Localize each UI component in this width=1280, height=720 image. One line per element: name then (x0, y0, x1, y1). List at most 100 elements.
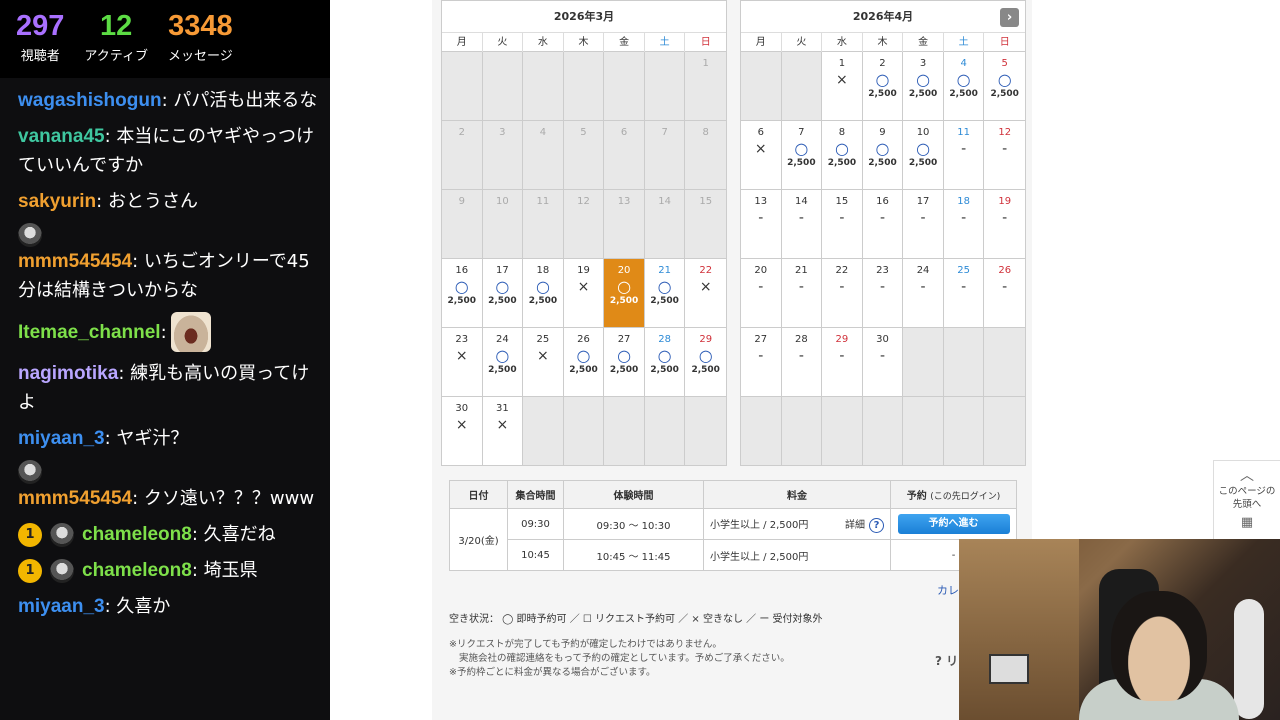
calendar-day-5: 5 (563, 121, 605, 190)
day-number: 28 (658, 334, 671, 345)
day-number: 30 (876, 334, 889, 345)
day-number: 18 (536, 265, 550, 276)
calendar-day-20[interactable]: 20 ○ 2,500 (604, 259, 645, 328)
calendar-day-18[interactable]: 18 ○ 2,500 (523, 259, 564, 328)
webcam-guitar (1234, 599, 1264, 719)
day-price: 2,500 (908, 89, 938, 99)
day-price: 2,500 (908, 158, 938, 168)
calendar-day-9[interactable]: 9 ○ 2,500 (862, 121, 904, 190)
calendar-day-23: 23 - (862, 259, 904, 328)
webcam-box (989, 654, 1029, 684)
calendar-day-23: 23 × (442, 328, 483, 397)
availability-mark: × (699, 279, 712, 295)
day-number: 13 (617, 196, 631, 207)
weekday-label: 土 (645, 33, 686, 52)
note-3: ※予約枠ごとに料金が異なる場合がございます。 (449, 667, 656, 678)
availability-mark: ○ (454, 277, 469, 296)
calendar-day-18: 18 - (943, 190, 985, 259)
chat-username[interactable]: chameleon8 (82, 524, 192, 545)
calendar-day-26[interactable]: 26 ○ 2,500 (563, 328, 605, 397)
chat-username[interactable]: wagashishogun (18, 90, 162, 111)
back-to-top-label-2: 先頭へ (1232, 499, 1262, 510)
day-number: 3 (919, 58, 927, 69)
calendar-day-6: 6 (604, 121, 645, 190)
day-number: 4 (960, 58, 967, 69)
detail-label[interactable]: 詳細 (845, 520, 865, 531)
chat-message: 1 chameleon8: 久喜だね (18, 520, 320, 549)
calendar-empty-cell (604, 52, 645, 121)
day-number: 9 (879, 127, 886, 138)
emote-icon (170, 312, 211, 352)
calendar-day-8[interactable]: 8 ○ 2,500 (822, 121, 863, 190)
calendar-day-17[interactable]: 17 ○ 2,500 (482, 259, 524, 328)
user-avatar-icon (50, 558, 74, 583)
col-meet: 集合時間 (507, 480, 564, 509)
calendar-day-28[interactable]: 28 ○ 2,500 (644, 328, 686, 397)
chat-username[interactable]: miyaan_3 (18, 428, 105, 449)
availability-mark: ○ (576, 346, 591, 365)
timeslot-table: 日付 集合時間 体験時間 料金 予約 (この先ログイン) 3/20(金) 09:… (449, 480, 1017, 571)
calendar-day-10[interactable]: 10 ○ 2,500 (903, 121, 944, 190)
slot-meet: 10:45 (507, 539, 564, 571)
chat-username[interactable]: mmm545454 (18, 488, 132, 509)
availability-mark: × (455, 417, 468, 433)
back-to-top-button[interactable]: ︿ このページの 先頭へ ▦ (1213, 460, 1280, 542)
day-price: 2,500 (827, 158, 857, 168)
calendar-title: 2026年3月 (442, 1, 726, 33)
calendar-day-24[interactable]: 24 ○ 2,500 (482, 328, 524, 397)
chat-username[interactable]: mmm545454 (18, 251, 132, 272)
calendar-empty-cell (862, 397, 904, 466)
calendar-link[interactable]: カレ (937, 582, 959, 598)
calendar-day-3[interactable]: 3 ○ 2,500 (903, 52, 944, 121)
availability-mark: - (879, 348, 886, 364)
calendar-day-16[interactable]: 16 ○ 2,500 (442, 259, 483, 328)
stat-value: 297 (16, 10, 65, 42)
day-number: 6 (757, 127, 764, 138)
slot-book: 予約へ進む (890, 508, 1017, 540)
chat-username[interactable]: vanana45 (18, 126, 105, 147)
calendar-day-4[interactable]: 4 ○ 2,500 (943, 52, 985, 121)
day-number: 24 (916, 265, 930, 276)
availability-mark: ○ (698, 346, 713, 365)
stat-label: メッセージ (167, 49, 233, 64)
availability-mark: - (839, 348, 845, 364)
slot-exp: 10:45 ～ 11:45 (563, 539, 704, 571)
chat-line: Itemae_channel: (18, 318, 167, 347)
calendar-day-21[interactable]: 21 ○ 2,500 (644, 259, 686, 328)
chat-username[interactable]: miyaan_3 (18, 596, 105, 617)
weekday-label: 水 (523, 33, 564, 52)
day-number: 23 (876, 265, 889, 276)
weekday-label: 日 (700, 37, 711, 48)
help-circle-icon[interactable]: ? (869, 517, 884, 533)
detail-link[interactable]: 詳細? (845, 516, 884, 533)
availability-mark: ○ (617, 346, 632, 365)
day-number: 15 (835, 196, 849, 207)
calendar-day-22: 22 - (822, 259, 863, 328)
slot-meet: 09:30 (507, 508, 564, 540)
next-month-button[interactable]: › (1000, 8, 1019, 27)
calendar-day-5[interactable]: 5 ○ 2,500 (984, 52, 1025, 121)
chat-username[interactable]: Itemae_channel (18, 322, 161, 343)
availability-mark: - (758, 210, 764, 226)
chat-username[interactable]: sakyurin (18, 191, 96, 212)
calendar-day-29[interactable]: 29 ○ 2,500 (685, 328, 726, 397)
day-number: 2 (458, 127, 465, 138)
book-button[interactable]: 予約へ進む (897, 514, 1010, 534)
chat-text: : 埼玉県 (191, 560, 258, 581)
availability-mark: - (839, 279, 845, 295)
day-number: 1 (838, 58, 846, 69)
calendar-day-2[interactable]: 2 ○ 2,500 (862, 52, 904, 121)
day-price: 2,500 (569, 365, 598, 375)
chat-line: chameleon8: 埼玉県 (82, 556, 258, 585)
chat-username[interactable]: chameleon8 (82, 560, 192, 581)
calendar-icon[interactable]: ▦ (1214, 515, 1280, 530)
calendar-day-27[interactable]: 27 ○ 2,500 (604, 328, 645, 397)
day-number: 13 (754, 196, 768, 207)
notes: ※リクエストが完了しても予約が確定したわけではありません。 実施会社の確認連絡を… (449, 638, 790, 680)
note-2: 実施会社の確認連絡をもって予約の確定としています。予めご了承ください。 (459, 653, 790, 664)
chat-message: vanana45: 本当にこのヤギやっつけていいんですか (18, 122, 320, 180)
help-link[interactable]: ? リ (935, 652, 958, 669)
chat-username[interactable]: nagimotika (18, 363, 118, 384)
calendar-title-text: 2026年4月 (852, 10, 914, 23)
calendar-day-7[interactable]: 7 ○ 2,500 (781, 121, 823, 190)
